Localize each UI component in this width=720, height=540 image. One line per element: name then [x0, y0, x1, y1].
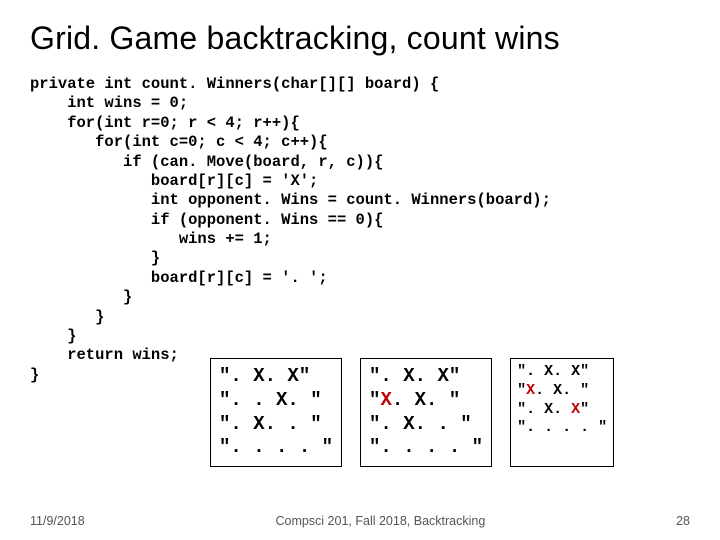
- board: ". X. X" "X. X. " ". X. X" ". . . . ": [510, 358, 614, 467]
- footer-center: Compsci 201, Fall 2018, Backtracking: [85, 514, 676, 528]
- board: ". X. X" "X. X. " ". X. . " ". . . . ": [360, 358, 492, 467]
- footer-page: 28: [676, 514, 690, 528]
- boards-container: ". X. X" ". . X. " ". X. . " ". . . . ""…: [210, 358, 614, 467]
- code-block: private int count. Winners(char[][] boar…: [30, 75, 690, 385]
- footer: 11/9/2018 Compsci 201, Fall 2018, Backtr…: [0, 514, 720, 528]
- slide: Grid. Game backtracking, count wins priv…: [0, 0, 720, 540]
- footer-date: 11/9/2018: [30, 514, 85, 528]
- board: ". X. X" ". . X. " ". X. . " ". . . . ": [210, 358, 342, 467]
- slide-title: Grid. Game backtracking, count wins: [30, 20, 690, 57]
